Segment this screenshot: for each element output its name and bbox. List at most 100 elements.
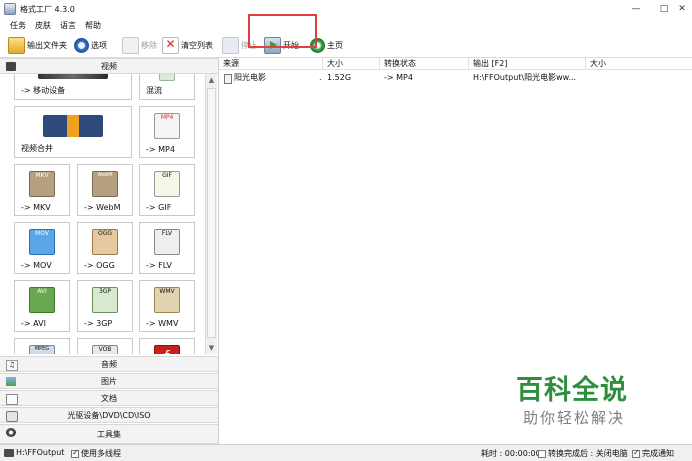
category-image[interactable]: 图片 <box>0 373 218 389</box>
video-scrollbar[interactable]: ▲ ▼ <box>205 74 217 354</box>
tile-webm[interactable]: WebM -> WebM <box>77 164 133 216</box>
row-output: H:\FFOutput\阳光电影ww... <box>473 73 577 82</box>
tile-ogg[interactable]: OGG -> OGG <box>77 222 133 274</box>
mp4-badge: MP4 <box>160 114 174 121</box>
tile-video-merge[interactable]: 视频合并 <box>14 106 132 158</box>
menu-help[interactable]: 帮助 <box>85 20 101 31</box>
output-folder-button[interactable]: 输出文件夹 <box>8 36 67 54</box>
picture-icon <box>6 377 16 386</box>
tile-flv[interactable]: FLV -> FLV <box>139 222 195 274</box>
document-icon <box>6 394 18 405</box>
tile-label: -> AVI <box>21 319 46 328</box>
tool-grid: -> 移动设备 混流 视频合并 MP4 -> MP4 MKV -> MKV We… <box>0 74 205 354</box>
film-icon <box>6 62 16 71</box>
left-panel: 视频 -> 移动设备 混流 视频合并 MP4 -> MP4 MKV -> MKV… <box>0 58 219 444</box>
output-path-label: H:\FFOutput <box>16 448 65 457</box>
title-bar: 格式工厂 4.3.0 — □ ✕ <box>0 0 692 18</box>
after-done-check-icon <box>538 449 546 458</box>
status-bar: H:\FFOutput 使用多线程 耗时 : 00:00:00 转换完成后 : … <box>0 444 692 461</box>
category-audio[interactable]: ♫ 音频 <box>0 356 218 372</box>
close-button[interactable]: ✕ <box>674 2 690 16</box>
remove-button[interactable]: 移除 <box>122 36 157 54</box>
col-size[interactable]: 大小 <box>323 58 380 70</box>
category-optical[interactable]: 光驱设备\DVD\CD\ISO <box>0 407 218 423</box>
tile-wmv[interactable]: WMV -> WMV <box>139 280 195 332</box>
options-button[interactable]: 选项 <box>74 36 107 54</box>
remove-label: 移除 <box>141 40 157 50</box>
clear-list-button[interactable]: ✕ 清空列表 <box>162 36 213 54</box>
category-image-label: 图片 <box>101 376 117 386</box>
window-title: 格式工厂 4.3.0 <box>20 5 75 14</box>
webm-badge: WebM <box>97 172 113 178</box>
scroll-thumb[interactable] <box>207 88 216 338</box>
scroll-up-arrow-icon[interactable]: ▲ <box>206 74 217 86</box>
output-folder-label: 输出文件夹 <box>27 40 67 50</box>
menu-bar: 任务 皮肤 语言 帮助 <box>0 18 692 33</box>
tile-mux[interactable]: 混流 <box>139 74 195 100</box>
col-source[interactable]: 来源 <box>219 58 323 70</box>
folder-icon <box>8 36 25 54</box>
category-document[interactable]: 文档 <box>0 390 218 406</box>
tile-mov[interactable]: MOV -> MOV <box>14 222 70 274</box>
watermark-subtitle: 助你轻松解决 <box>523 409 626 427</box>
col-output-size[interactable]: 大小 <box>586 58 692 70</box>
mkv-file-icon: MKV <box>29 171 55 197</box>
tile-label: -> 移动设备 <box>21 86 66 95</box>
tile-gif[interactable]: GIF -> GIF <box>139 164 195 216</box>
tile-avi[interactable]: AVI -> AVI <box>14 280 70 332</box>
tile-label: -> 3GP <box>84 319 113 328</box>
tile-label: 视频合并 <box>21 144 53 153</box>
notify-checkbox[interactable]: 完成通知 <box>632 448 674 459</box>
tile-label: -> MKV <box>21 203 51 212</box>
tile-mpeg[interactable]: MPEG <box>14 338 70 354</box>
category-tools[interactable]: 工具集 <box>0 424 218 444</box>
app-icon <box>4 3 16 15</box>
mux-icon <box>159 74 175 81</box>
tile-label: -> GIF <box>146 203 172 212</box>
flv-badge: FLV <box>161 230 173 237</box>
minimize-button[interactable]: — <box>628 2 644 16</box>
multithread-checkbox[interactable]: 使用多线程 <box>71 448 121 459</box>
file-icon <box>224 72 233 84</box>
mov-file-icon: MOV <box>29 229 55 255</box>
tile-label: -> MP4 <box>146 145 175 154</box>
col-output[interactable]: 输出 [F2] <box>469 58 586 70</box>
category-video-label: 视频 <box>101 61 117 71</box>
menu-skin[interactable]: 皮肤 <box>35 20 51 31</box>
after-done-checkbox[interactable]: 转换完成后 : 关闭电脑 <box>538 448 628 459</box>
flv-file-icon: FLV <box>154 229 180 255</box>
tile-mobile-device[interactable]: -> 移动设备 <box>14 74 132 100</box>
row-output-size <box>590 72 650 84</box>
category-video[interactable]: 视频 <box>0 58 218 74</box>
tile-label: 混流 <box>146 86 162 95</box>
after-done-label: 转换完成后 : 关闭电脑 <box>548 449 628 458</box>
menu-language[interactable]: 语言 <box>60 20 76 31</box>
tile-mkv[interactable]: MKV -> MKV <box>14 164 70 216</box>
tile-label: -> WebM <box>84 203 121 212</box>
mp4-file-icon: MP4 <box>154 113 180 139</box>
row-size: 1.52G <box>327 73 352 82</box>
tile-mp4[interactable]: MP4 -> MP4 <box>139 106 195 158</box>
remove-icon <box>122 36 139 54</box>
home-label: 主页 <box>327 40 343 50</box>
tile-label: -> WMV <box>146 319 179 328</box>
output-path[interactable]: H:\FFOutput <box>4 448 64 457</box>
wmv-file-icon: WMV <box>154 287 180 313</box>
tile-vob[interactable]: VOB <box>77 338 133 354</box>
category-audio-label: 音频 <box>101 359 117 369</box>
gif-file-icon: GIF <box>154 171 180 197</box>
tile-swf[interactable]: ƒ <box>139 338 195 354</box>
row-dot: . <box>319 73 322 82</box>
flash-icon: ƒ <box>154 345 180 354</box>
maximize-button[interactable]: □ <box>656 2 672 16</box>
scroll-down-arrow-icon[interactable]: ▼ <box>206 342 217 354</box>
clear-list-label: 清空列表 <box>181 40 213 50</box>
ogg-file-icon: OGG <box>92 229 118 255</box>
tile-3gp[interactable]: 3GP -> 3GP <box>77 280 133 332</box>
notify-label: 完成通知 <box>642 449 674 458</box>
vob-file-icon: VOB <box>92 345 118 354</box>
wmv-badge: WMV <box>159 288 175 295</box>
col-status[interactable]: 转换状态 <box>380 58 469 70</box>
category-optical-label: 光驱设备\DVD\CD\ISO <box>67 410 151 420</box>
menu-task[interactable]: 任务 <box>10 20 26 31</box>
